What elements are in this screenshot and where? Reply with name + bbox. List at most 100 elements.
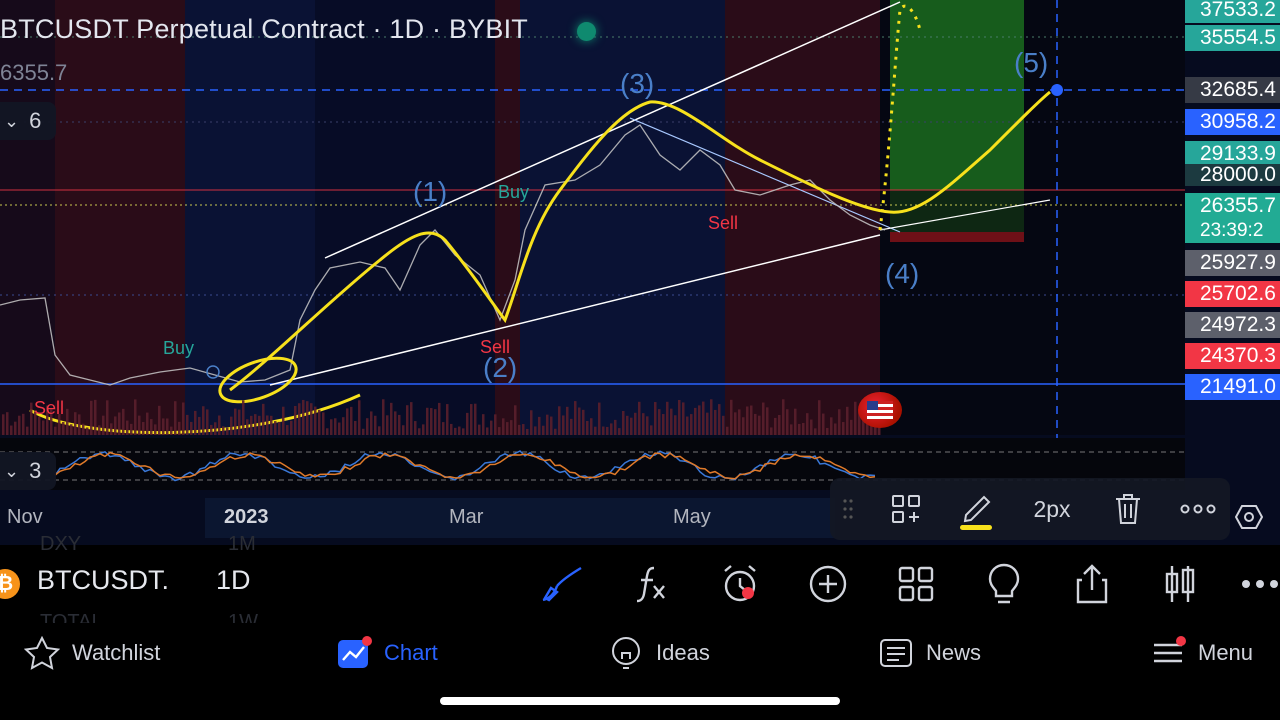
- volume-bar: [170, 426, 173, 435]
- volume-bar: [562, 415, 565, 435]
- drag-handle-icon[interactable]: [838, 494, 858, 524]
- price-axis[interactable]: 37533.2 35554.5 32685.4 30958.2 29133.9 …: [1185, 0, 1280, 420]
- volume-bar: [598, 402, 601, 435]
- volume-bar: [502, 418, 505, 435]
- volume-bar: [258, 415, 261, 435]
- price-label: 32685.4: [1185, 77, 1280, 103]
- star-icon: [24, 636, 60, 670]
- volume-bar: [542, 425, 545, 435]
- add-to-template-icon[interactable]: [886, 490, 926, 528]
- volume-bar: [618, 428, 621, 435]
- volume-bar: [530, 410, 533, 435]
- volume-bar: [306, 401, 309, 435]
- volume-bar: [486, 427, 489, 435]
- symbol-button[interactable]: BTCUSDT.: [37, 565, 169, 596]
- volume-bar: [126, 420, 129, 435]
- chart-title[interactable]: BTCUSDT Perpetual Contract · 1D · BYBIT: [0, 14, 528, 45]
- volume-bar: [766, 407, 769, 435]
- share-icon[interactable]: [1068, 560, 1116, 608]
- market-status-dot: [577, 22, 596, 41]
- volume-bar: [670, 408, 673, 435]
- wave-label-3: (3): [620, 68, 655, 99]
- nav-chart[interactable]: Chart: [336, 635, 438, 671]
- volume-bar: [234, 408, 237, 435]
- chart-settings-icon[interactable]: [1232, 502, 1266, 532]
- volume-bar: [482, 414, 485, 435]
- volume-bar: [394, 411, 397, 435]
- volume-bar: [650, 425, 653, 435]
- drawing-floating-toolbar: 2px: [830, 478, 1230, 540]
- line-color-pencil-button[interactable]: [954, 486, 998, 532]
- volume-bar: [538, 416, 541, 435]
- add-circle-icon[interactable]: [804, 560, 852, 608]
- drawing-brush-icon[interactable]: [538, 560, 586, 608]
- volume-bar: [102, 415, 105, 435]
- ghost-text: DXY: [40, 533, 82, 555]
- line-width-button[interactable]: 2px: [1024, 492, 1080, 526]
- us-flag-event-icon[interactable]: [858, 392, 902, 428]
- volume-bar: [430, 408, 433, 435]
- volume-bar: [78, 414, 81, 435]
- layout-grid-icon[interactable]: [892, 560, 940, 608]
- volume-bar: [490, 420, 493, 435]
- volume-bar: [846, 406, 849, 435]
- time-label: Nov: [7, 506, 43, 528]
- volume-bar: [406, 405, 409, 435]
- volume-bar: [6, 412, 9, 435]
- more-icon[interactable]: [1238, 560, 1280, 608]
- trash-icon[interactable]: [1108, 490, 1148, 528]
- volume-bar: [682, 402, 685, 435]
- volume-bar: [390, 402, 393, 435]
- nav-watchlist[interactable]: Watchlist: [24, 635, 160, 671]
- interval-button[interactable]: 1D: [216, 565, 251, 596]
- oscillator-pane-collapse[interactable]: ⌄ 3: [0, 452, 56, 490]
- volume-bar: [566, 406, 569, 435]
- nav-menu[interactable]: Menu: [1150, 635, 1253, 671]
- volume-bar: [398, 414, 401, 435]
- volume-bar: [506, 422, 509, 435]
- nav-label: Watchlist: [72, 640, 161, 665]
- chevron-down-icon: ⌄: [4, 460, 20, 481]
- volume-bar: [826, 427, 829, 435]
- volume-bar: [474, 403, 477, 435]
- volume-bar: [166, 418, 169, 435]
- volume-bar: [338, 422, 341, 435]
- volume-bar: [346, 408, 349, 435]
- volume-bar: [814, 428, 817, 435]
- volume-bar: [218, 415, 221, 435]
- wave-label-1: (1): [413, 176, 448, 207]
- volume-bar: [810, 419, 813, 435]
- volume-bar: [666, 401, 669, 435]
- volume-bar: [374, 415, 377, 435]
- nav-news[interactable]: News: [878, 635, 981, 671]
- volume-bar: [798, 423, 801, 435]
- volume-bar: [358, 400, 361, 435]
- volume-bar: [366, 418, 369, 435]
- volume-bar: [138, 415, 141, 435]
- volume-bar: [710, 399, 713, 435]
- main-pane-collapse[interactable]: ⌄ 6: [0, 102, 56, 140]
- more-horizontal-icon[interactable]: [1176, 492, 1220, 526]
- volume-bar: [470, 404, 473, 435]
- price-label: 37533.2: [1185, 0, 1280, 23]
- volume-bar: [606, 426, 609, 435]
- ideas-bulb-icon[interactable]: [980, 560, 1028, 608]
- chart-type-candles-icon[interactable]: [1156, 560, 1204, 608]
- alert-clock-icon[interactable]: [716, 560, 764, 608]
- volume-bar: [378, 426, 381, 435]
- volume-bar: [106, 400, 109, 435]
- volume-bar: [422, 424, 425, 435]
- volume-bar: [158, 405, 161, 435]
- chart-canvas[interactable]: BTCUSDT Perpetual Contract · 1D · BYBIT …: [0, 0, 1280, 545]
- volume-bar: [782, 399, 785, 435]
- volume-bar: [314, 406, 317, 435]
- buy-signal: Buy: [163, 338, 195, 358]
- volume-bar: [558, 406, 561, 435]
- volume-bar: [642, 413, 645, 435]
- indicators-fx-icon[interactable]: [628, 560, 676, 608]
- volume-bar: [134, 399, 137, 435]
- volume-bar: [754, 413, 757, 435]
- current-price-label: 26355.7: [1185, 193, 1280, 219]
- nav-ideas[interactable]: Ideas: [608, 635, 710, 671]
- ghost-text: 1M: [228, 533, 256, 555]
